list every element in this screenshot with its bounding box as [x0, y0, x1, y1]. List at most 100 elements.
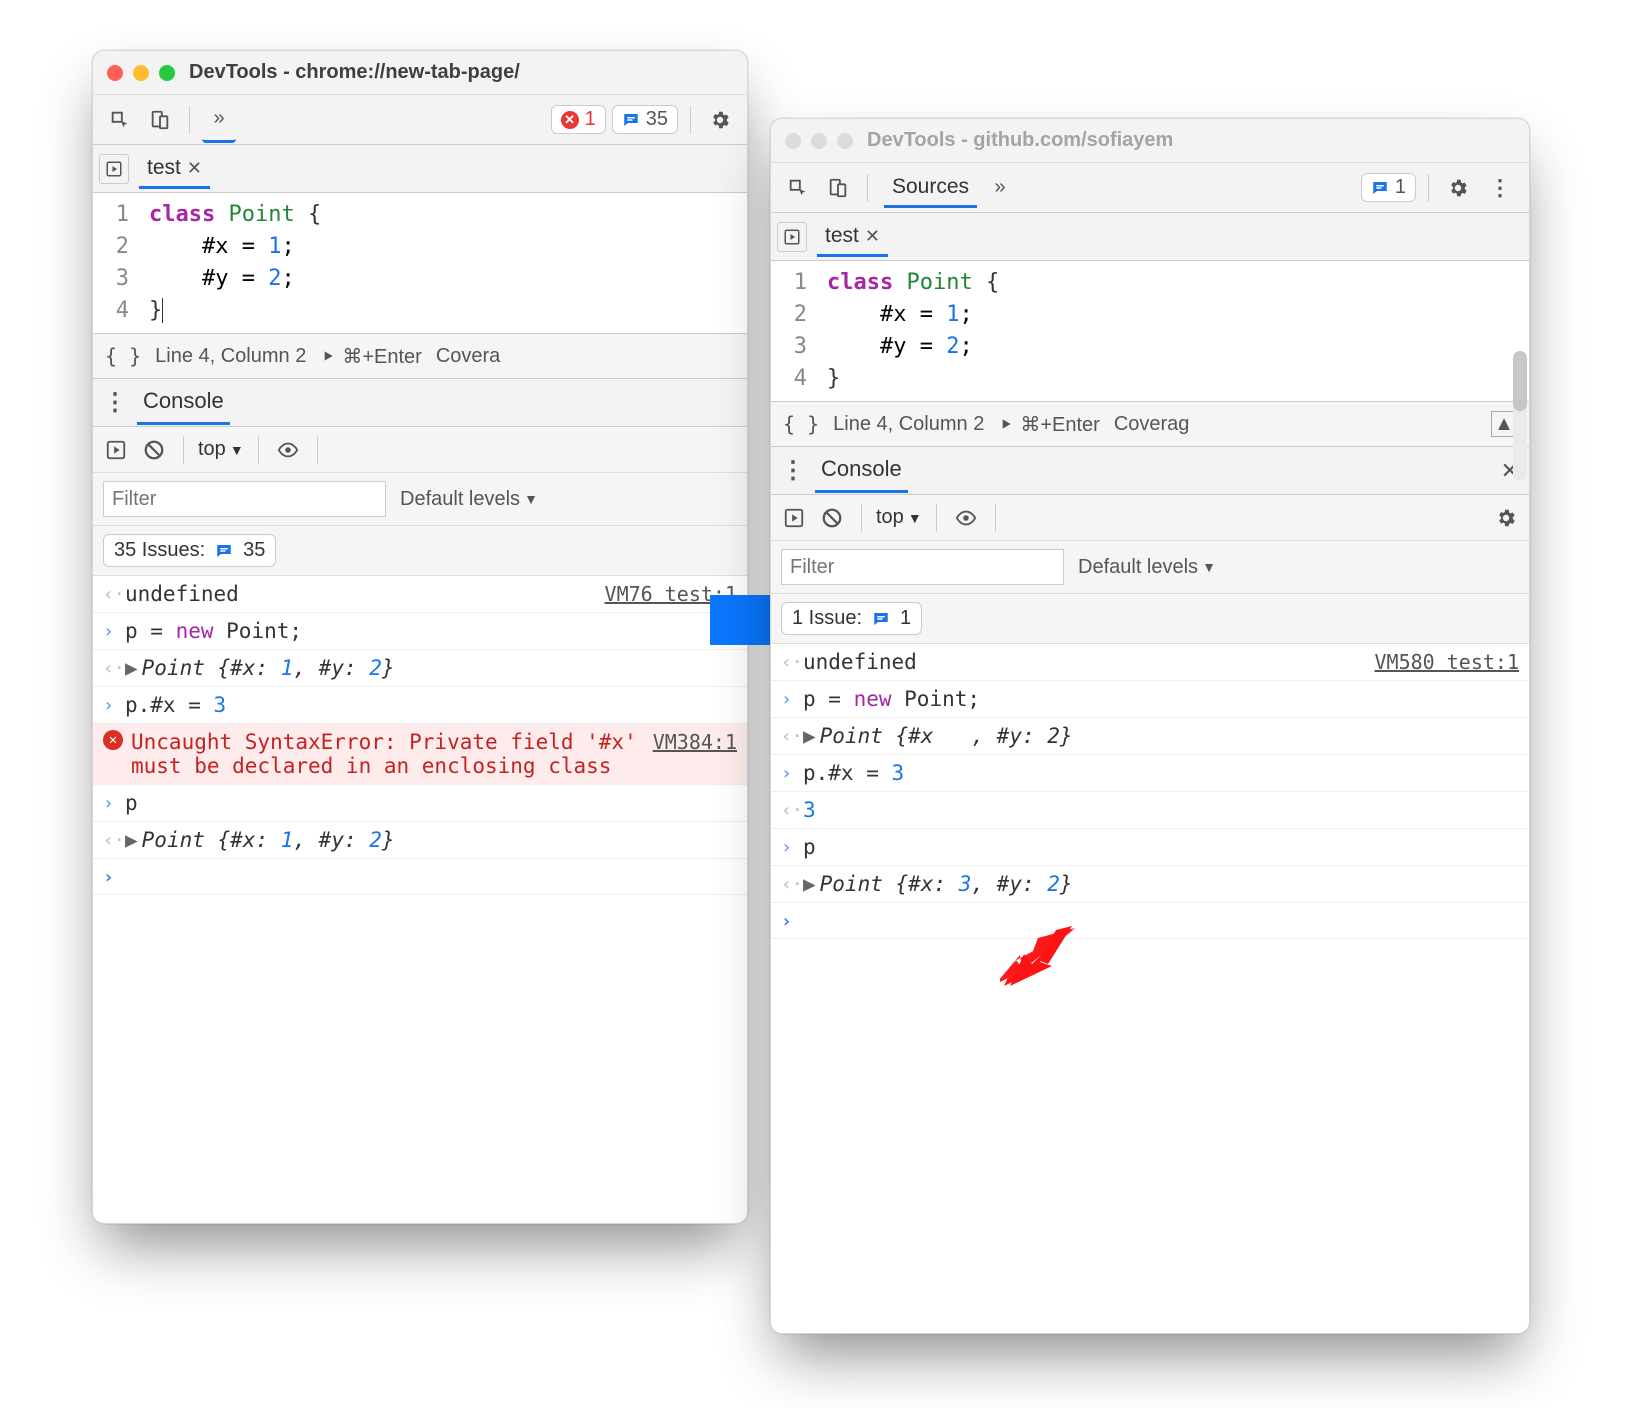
log-text: ▶Point {#x: 1, #y: 2} [125, 828, 737, 852]
live-expression-icon[interactable] [951, 503, 981, 533]
log-row-error[interactable]: ✕ Uncaught SyntaxError: Private field '#… [93, 724, 747, 785]
context-selector[interactable]: top ▼ [198, 438, 244, 461]
titlebar[interactable]: DevTools - chrome://new-tab-page/ [93, 51, 747, 95]
main-toolbar: Sources » 1 ⋮ [771, 163, 1529, 213]
issues-count: 1 [900, 607, 911, 630]
log-text: 3 [803, 798, 1519, 822]
separator [258, 436, 259, 464]
filter-input[interactable] [781, 549, 1064, 585]
log-row[interactable]: › p [771, 829, 1529, 866]
errors-badge[interactable]: ✕ 1 [551, 105, 606, 134]
issues-badge[interactable]: 35 Issues: 35 [103, 534, 276, 567]
tab-console[interactable]: Console [815, 448, 908, 493]
titlebar[interactable]: DevTools - github.com/sofiayem [771, 119, 1529, 163]
console-filterrow: Default levels ▼ [93, 473, 747, 526]
settings-icon[interactable] [1441, 171, 1475, 205]
live-expression-icon[interactable] [273, 435, 303, 465]
zoom-dot[interactable] [159, 65, 175, 81]
cursor-position: Line 4, Column 2 [155, 345, 306, 368]
close-tab-icon[interactable]: ✕ [187, 158, 202, 179]
scrollbar-thumb[interactable] [1513, 351, 1527, 411]
log-row[interactable]: ‹· undefined VM76 test:1 [93, 576, 747, 613]
clear-console-icon[interactable] [817, 503, 847, 533]
log-row[interactable]: › p = new Point; [771, 681, 1529, 718]
device-toggle-icon[interactable] [821, 171, 855, 205]
sources-tabrow: test ✕ [93, 145, 747, 193]
editor-statusbar: { } Line 4, Column 2 ⌘+Enter Covera [93, 333, 747, 379]
tab-test[interactable]: test ✕ [817, 216, 888, 257]
messages-badge[interactable]: 35 [612, 105, 678, 134]
console-panelhead: ⋮ Console ✕ [771, 447, 1529, 495]
console-settings-icon[interactable] [1491, 503, 1521, 533]
gutter-line: 2 [93, 231, 139, 263]
log-levels-selector[interactable]: Default levels ▼ [1078, 556, 1216, 579]
zoom-dot[interactable] [837, 133, 853, 149]
coverage-label[interactable]: Covera [436, 345, 500, 368]
coverage-label[interactable]: Coverag [1114, 413, 1190, 436]
overflow-icon[interactable]: » [202, 97, 236, 143]
tab-label: test [147, 156, 181, 180]
kebab-menu-icon[interactable]: ⋮ [103, 388, 127, 417]
kebab-menu-icon[interactable]: ⋮ [781, 456, 805, 485]
run-hint[interactable]: ⌘+Enter [320, 344, 421, 369]
minimize-dot[interactable] [133, 65, 149, 81]
output-chevron-icon: ‹· [103, 582, 125, 605]
tab-console[interactable]: Console [137, 380, 230, 425]
log-text: ▶Point {#x: 3, #y: 2} [803, 872, 1519, 896]
log-row[interactable]: ‹· undefined VM580 test:1 [771, 644, 1529, 681]
devtools-window-left: DevTools - chrome://new-tab-page/ » ✕ 1 … [92, 50, 748, 1224]
overflow-icon[interactable]: » [983, 171, 1017, 205]
code-editor[interactable]: 1class Point { 2 #x = 1; 3 #y = 2; 4} [93, 193, 747, 333]
log-row[interactable]: › p.#x = 3 [771, 755, 1529, 792]
log-levels-selector[interactable]: Default levels ▼ [400, 488, 538, 511]
filter-input[interactable] [103, 481, 386, 517]
log-source-link[interactable]: VM384:1 [653, 730, 737, 754]
inspect-icon[interactable] [781, 171, 815, 205]
gutter-line: 3 [93, 263, 139, 295]
kebab-menu-icon[interactable]: ⋮ [1481, 175, 1519, 201]
input-chevron-icon: › [103, 791, 125, 814]
pretty-print-icon[interactable]: { } [783, 412, 819, 436]
separator [1428, 174, 1429, 202]
run-snippet-icon[interactable] [99, 154, 129, 184]
tab-test[interactable]: test ✕ [139, 148, 210, 189]
close-tab-icon[interactable]: ✕ [865, 226, 880, 247]
run-hint[interactable]: ⌘+Enter [998, 412, 1099, 437]
messages-badge[interactable]: 1 [1361, 173, 1416, 202]
log-row[interactable]: ‹· ▶Point {#x: 1, #y: 2} [93, 650, 747, 687]
log-row[interactable]: › p.#x = 3 [93, 687, 747, 724]
log-text: Uncaught SyntaxError: Private field '#x'… [131, 730, 653, 778]
gutter-line: 1 [771, 267, 817, 299]
log-row[interactable]: ‹· ▶Point {#x: 1, #y: 2} [93, 822, 747, 859]
close-dot[interactable] [785, 133, 801, 149]
issues-badge[interactable]: 1 Issue: 1 [781, 602, 922, 635]
code-editor[interactable]: 1class Point { 2 #x = 1; 3 #y = 2; 4} [771, 261, 1529, 401]
log-prompt[interactable]: › [771, 903, 1529, 939]
device-toggle-icon[interactable] [143, 103, 177, 137]
log-row[interactable]: ‹· ▶Point {#x: 1, #y: 2} [771, 718, 1529, 755]
inspect-icon[interactable] [103, 103, 137, 137]
separator [189, 106, 190, 134]
clear-console-icon[interactable] [139, 435, 169, 465]
log-row[interactable]: › p [93, 785, 747, 822]
log-row[interactable]: ‹· 3 [771, 792, 1529, 829]
log-row[interactable]: ‹· ▶Point {#x: 3, #y: 2} [771, 866, 1529, 903]
input-chevron-icon: › [781, 761, 803, 784]
pretty-print-icon[interactable]: { } [105, 344, 141, 368]
settings-icon[interactable] [703, 103, 737, 137]
log-row[interactable]: › p = new Point; [93, 613, 747, 650]
close-dot[interactable] [107, 65, 123, 81]
context-selector[interactable]: top ▼ [876, 506, 922, 529]
minimize-dot[interactable] [811, 133, 827, 149]
gutter-line: 3 [771, 331, 817, 363]
output-chevron-icon: ‹· [781, 650, 803, 673]
log-text: p [125, 791, 737, 815]
tab-sources[interactable]: Sources [884, 167, 977, 208]
sidebar-toggle-icon[interactable] [101, 435, 131, 465]
log-prompt[interactable]: › [93, 859, 747, 895]
input-chevron-icon: › [781, 835, 803, 858]
log-source-link[interactable]: VM580 test:1 [1375, 650, 1520, 674]
sidebar-toggle-icon[interactable] [779, 503, 809, 533]
log-text: ▶Point {#x: 1, #y: 2} [803, 724, 1519, 748]
run-snippet-icon[interactable] [777, 222, 807, 252]
